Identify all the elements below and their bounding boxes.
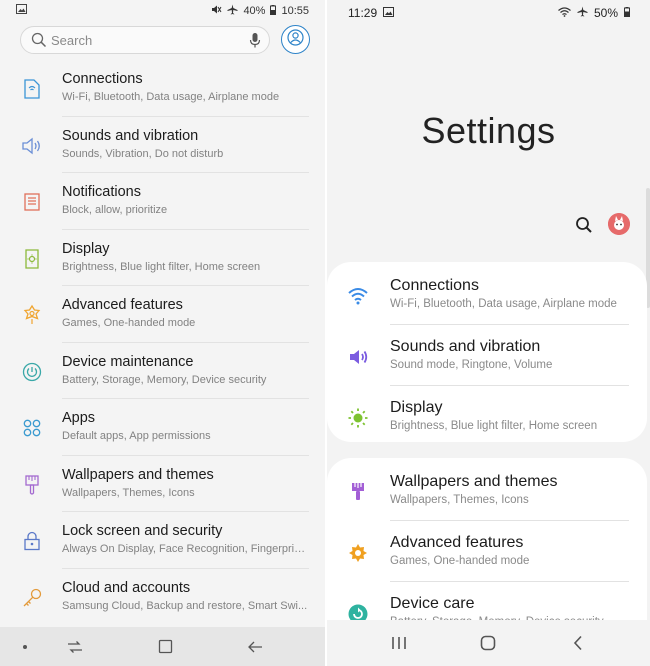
left-phone-screen: 40% 10:55 Search Connections Wi-Fi, Blue… xyxy=(0,0,325,666)
gallery-notification-icon xyxy=(383,6,395,20)
item-subtitle: Brightness, Blue light filter, Home scre… xyxy=(62,260,261,273)
display-icon xyxy=(20,247,44,271)
back-icon[interactable] xyxy=(564,620,592,666)
item-subtitle: Samsung Cloud, Backup and restore, Smart… xyxy=(62,599,308,612)
item-title: Notifications xyxy=(62,184,141,200)
page-title: Settings xyxy=(421,110,556,151)
settings-list: Connections Wi-Fi, Bluetooth, Data usage… xyxy=(0,60,325,625)
connections-icon xyxy=(20,77,44,101)
item-title: Cloud and accounts xyxy=(62,579,191,596)
item-title: Sounds and vibration xyxy=(62,127,199,144)
status-bar: 11:29 50% xyxy=(327,0,650,24)
settings-item-apps[interactable]: Apps Default apps, App permissions xyxy=(0,399,325,456)
item-subtitle: Games, One-handed mode xyxy=(62,317,196,329)
puzzle-gear-icon xyxy=(347,542,369,564)
item-title: Connections xyxy=(390,277,479,294)
clock: 11:29 xyxy=(348,6,378,20)
settings-item-lock-screen[interactable]: Lock screen and security Always On Displ… xyxy=(0,512,325,569)
battery-percent: 50% xyxy=(593,6,618,20)
settings-item-wallpapers[interactable]: Wallpapers and themes Wallpapers, Themes… xyxy=(327,460,647,521)
item-subtitle: Wi-Fi, Bluetooth, Data usage, Airplane m… xyxy=(62,91,280,103)
speaker-icon xyxy=(347,346,369,368)
microphone-icon[interactable] xyxy=(249,32,261,54)
battery-icon xyxy=(624,6,630,20)
item-title: Wallpapers and themes xyxy=(390,473,558,490)
battery-icon xyxy=(270,4,277,18)
item-subtitle: Battery, Storage, Memory, Device securit… xyxy=(62,373,267,386)
item-subtitle: Wallpapers, Themes, Icons xyxy=(390,494,529,506)
search-bar[interactable]: Search xyxy=(20,26,270,54)
settings-item-display[interactable]: Display Brightness, Blue light filter, H… xyxy=(327,386,647,447)
item-subtitle: Wi-Fi, Bluetooth, Data usage, Airplane m… xyxy=(390,298,617,310)
item-subtitle: Block, allow, prioritize xyxy=(62,204,168,216)
profile-icon xyxy=(287,28,304,51)
paintbrush-icon xyxy=(20,473,44,497)
item-subtitle: Wallpapers, Themes, Icons xyxy=(62,486,195,499)
dot-icon[interactable] xyxy=(14,627,36,666)
wifi-icon xyxy=(347,285,369,307)
settings-item-advanced-features[interactable]: Advanced features Games, One-handed mode xyxy=(327,521,647,582)
battery-percent: 40% xyxy=(243,5,266,17)
gallery-notification-icon xyxy=(16,4,27,17)
notifications-icon xyxy=(20,190,44,214)
settings-item-cloud-accounts[interactable]: Cloud and accounts Samsung Cloud, Backup… xyxy=(0,569,325,626)
back-icon[interactable] xyxy=(242,627,268,666)
item-subtitle: Default apps, App permissions xyxy=(62,430,211,442)
mute-icon xyxy=(211,4,222,18)
recents-icon[interactable] xyxy=(385,620,413,666)
recents-icon[interactable] xyxy=(62,627,88,666)
item-title: Connections xyxy=(62,71,143,87)
item-title: Wallpapers and themes xyxy=(62,466,214,483)
search-icon xyxy=(31,32,47,53)
device-maintenance-icon xyxy=(20,360,44,384)
settings-group-1: Connections Wi-Fi, Bluetooth, Data usage… xyxy=(327,262,647,442)
item-title: Sounds and vibration xyxy=(390,338,541,355)
settings-item-sounds[interactable]: Sounds and vibration Sounds, Vibration, … xyxy=(0,117,325,173)
item-title: Display xyxy=(62,240,110,257)
item-subtitle: Sound mode, Ringtone, Volume xyxy=(390,359,553,371)
settings-item-device-maintenance[interactable]: Device maintenance Battery, Storage, Mem… xyxy=(0,343,325,399)
paintbrush-icon xyxy=(347,481,369,503)
item-title: Device maintenance xyxy=(62,353,194,370)
item-subtitle: Always On Display, Face Recognition, Fin… xyxy=(62,543,308,555)
settings-item-display[interactable]: Display Brightness, Blue light filter, H… xyxy=(0,230,325,286)
item-title: Advanced features xyxy=(390,534,524,551)
clock: 10:55 xyxy=(281,5,309,17)
item-title: Device care xyxy=(390,595,475,612)
apps-icon xyxy=(20,416,44,440)
item-title: Apps xyxy=(62,410,96,426)
settings-item-notifications[interactable]: Notifications Block, allow, prioritize xyxy=(0,173,325,230)
item-subtitle: Sounds, Vibration, Do not disturb xyxy=(62,147,224,160)
status-bar: 40% 10:55 xyxy=(0,0,325,22)
right-phone-screen: 11:29 50% Settings Connections Wi-Fi, Bl… xyxy=(327,0,650,666)
navigation-bar xyxy=(327,620,650,666)
avatar[interactable] xyxy=(608,213,630,235)
airplane-icon xyxy=(577,6,588,20)
key-icon xyxy=(20,586,44,610)
speaker-icon xyxy=(20,134,44,158)
sun-icon xyxy=(347,407,369,429)
search-icon[interactable] xyxy=(575,216,593,239)
settings-item-sounds[interactable]: Sounds and vibration Sound mode, Rington… xyxy=(327,325,647,386)
navigation-bar xyxy=(0,627,325,666)
item-subtitle: Brightness, Blue light filter, Home scre… xyxy=(390,420,598,432)
item-title: Advanced features xyxy=(62,297,183,313)
item-title: Display xyxy=(390,399,443,416)
settings-item-advanced-features[interactable]: Advanced features Games, One-handed mode xyxy=(0,286,325,343)
item-title: Lock screen and security xyxy=(62,523,223,539)
item-subtitle: Games, One-handed mode xyxy=(390,555,530,567)
advanced-features-icon xyxy=(20,303,44,327)
home-icon[interactable] xyxy=(474,620,502,666)
airplane-icon xyxy=(227,4,238,18)
settings-item-wallpapers[interactable]: Wallpapers and themes Wallpapers, Themes… xyxy=(0,456,325,512)
search-input[interactable]: Search xyxy=(51,33,92,48)
settings-item-connections[interactable]: Connections Wi-Fi, Bluetooth, Data usage… xyxy=(327,264,647,325)
wifi-status-icon xyxy=(558,6,571,20)
profile-button[interactable] xyxy=(281,25,310,54)
settings-item-connections[interactable]: Connections Wi-Fi, Bluetooth, Data usage… xyxy=(0,60,325,117)
lock-icon xyxy=(20,529,44,553)
home-icon[interactable] xyxy=(152,627,178,666)
